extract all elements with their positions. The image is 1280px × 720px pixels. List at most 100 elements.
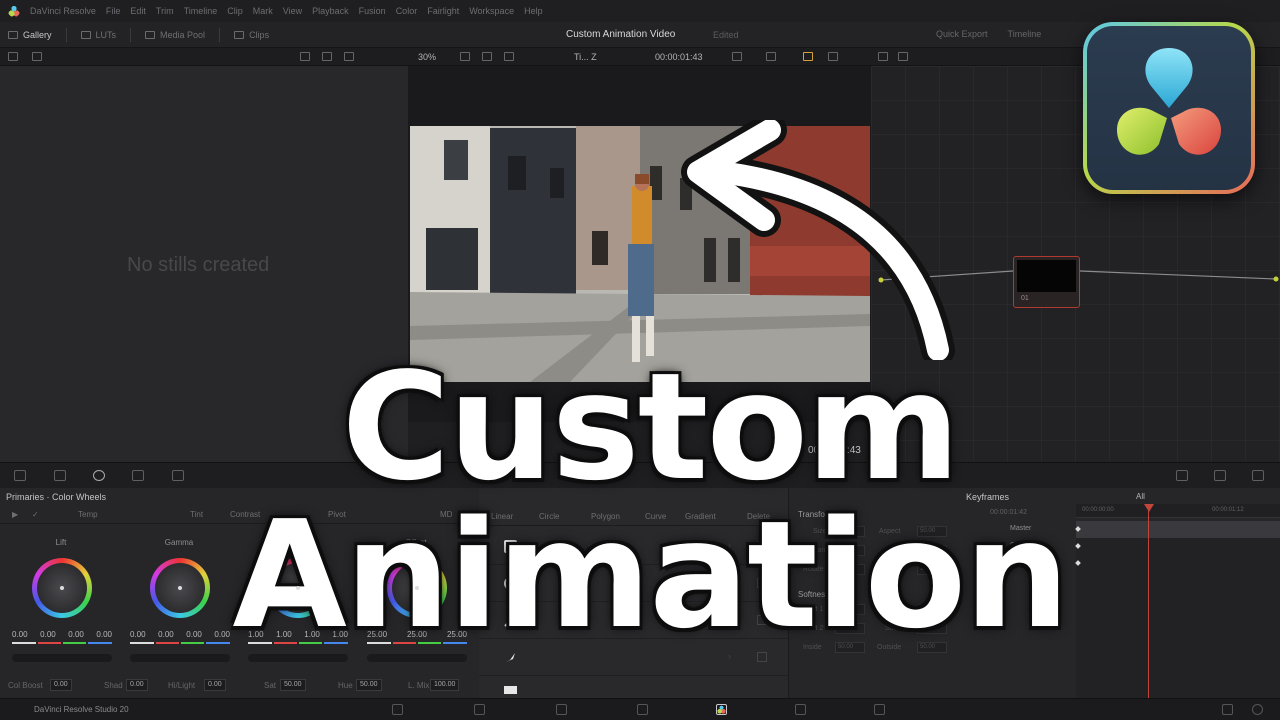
menu-color[interactable]: Color xyxy=(396,6,418,16)
menu-playback[interactable]: Playback xyxy=(312,6,349,16)
hilight-field[interactable]: 0.00 xyxy=(204,679,226,691)
menu-bar: DaVinci Resolve File Edit Trim Timeline … xyxy=(0,0,1280,22)
ruler-mark: 00:00:01:12 xyxy=(1212,507,1244,513)
primaries-title: Primaries · Color Wheels xyxy=(6,492,107,502)
reset-icon[interactable]: ▶ xyxy=(12,510,18,519)
app-brand: DaVinci Resolve Studio 20 xyxy=(34,705,129,714)
hand-icon[interactable] xyxy=(898,52,908,61)
fullscreen-icon[interactable] xyxy=(828,52,838,61)
tab-media-pool-label: Media Pool xyxy=(160,30,206,40)
menu-clip[interactable]: Clip xyxy=(227,6,243,16)
primaries-footer: Col Boost 0.00 Shad 0.00 Hi/Light 0.00 S… xyxy=(0,676,479,696)
fit-icon[interactable] xyxy=(460,52,470,61)
safe-area-icon[interactable] xyxy=(482,52,492,61)
menu-fusion[interactable]: Fusion xyxy=(359,6,386,16)
lmix-label: L. Mix xyxy=(408,681,430,690)
offset-handle[interactable] xyxy=(415,586,419,590)
info-icon[interactable] xyxy=(1214,470,1226,481)
clip-name[interactable]: Ti... Z xyxy=(574,52,597,62)
color-match-icon[interactable] xyxy=(54,470,66,481)
divider xyxy=(130,28,132,42)
node-label: 01 xyxy=(1021,295,1029,302)
search-icon[interactable] xyxy=(344,52,354,61)
project-status: Edited xyxy=(713,30,739,40)
menu-help[interactable]: Help xyxy=(524,6,543,16)
lift-y[interactable]: 0.00 xyxy=(12,630,28,639)
lift-r[interactable]: 0.00 xyxy=(40,630,56,639)
project-title: Custom Animation Video xyxy=(566,29,676,40)
fairlight-page-icon[interactable] xyxy=(795,704,806,715)
gamma-handle[interactable] xyxy=(178,586,182,590)
menu-mark[interactable]: Mark xyxy=(253,6,273,16)
media-page-icon[interactable] xyxy=(392,704,403,715)
lift-handle[interactable] xyxy=(60,586,64,590)
picker-icon[interactable]: ✓ xyxy=(32,510,39,519)
viewer-timecode: 00:00:01:43 xyxy=(655,52,703,62)
deliver-page-icon[interactable] xyxy=(874,704,885,715)
shad-label: Shad xyxy=(104,681,123,690)
menu-view[interactable]: View xyxy=(283,6,302,16)
corrector-node[interactable]: 01 xyxy=(1013,256,1080,308)
zoom-select[interactable]: 30% xyxy=(418,52,436,62)
wipe-icon[interactable] xyxy=(504,52,514,61)
menu-file[interactable]: File xyxy=(106,6,121,16)
gradient-window-icon[interactable] xyxy=(504,686,517,694)
media-pool-icon xyxy=(145,31,156,39)
lift-master-slider[interactable] xyxy=(12,654,112,662)
tab-gallery[interactable]: Gallery xyxy=(8,30,52,40)
divider xyxy=(219,28,221,42)
menu-fairlight[interactable]: Fairlight xyxy=(427,6,459,16)
settings-icon[interactable] xyxy=(1252,704,1263,715)
menu-workspace[interactable]: Workspace xyxy=(469,6,514,16)
resolve-petals-icon xyxy=(1117,48,1221,155)
grid-view-icon[interactable] xyxy=(8,52,18,61)
menu-trim[interactable]: Trim xyxy=(156,6,174,16)
timeline-button[interactable]: Timeline xyxy=(1008,29,1042,39)
edit-page-icon[interactable] xyxy=(556,704,567,715)
thumbnail-view-icon[interactable] xyxy=(300,52,310,61)
hue-label: Hue xyxy=(338,681,353,690)
menu-edit[interactable]: Edit xyxy=(130,6,146,16)
luts-icon xyxy=(80,31,91,39)
gallery-empty-text: No stills created xyxy=(127,254,270,276)
node-thumbnail xyxy=(1017,260,1076,292)
pointer-icon[interactable] xyxy=(878,52,888,61)
sort-icon[interactable] xyxy=(32,52,42,61)
cut-page-icon[interactable] xyxy=(474,704,485,715)
hue-field[interactable]: 50.00 xyxy=(356,679,382,691)
quick-export-button[interactable]: Quick Export xyxy=(936,29,988,39)
headline-title: Custom Animation xyxy=(232,341,1069,661)
menu-timeline[interactable]: Timeline xyxy=(184,6,218,16)
tab-gallery-label: Gallery xyxy=(23,30,52,40)
page-bar: DaVinci Resolve Studio 20 xyxy=(0,698,1280,720)
resolve-logo-icon xyxy=(8,5,20,17)
gain-handle[interactable] xyxy=(296,586,300,590)
sat-field[interactable]: 50.00 xyxy=(280,679,306,691)
tab-clips-label: Clips xyxy=(249,30,270,40)
menu-davinci[interactable]: DaVinci Resolve xyxy=(30,6,96,16)
col-boost-field[interactable]: 0.00 xyxy=(50,679,72,691)
tab-luts[interactable]: LUTs xyxy=(80,30,117,40)
davinci-resolve-logo xyxy=(1083,22,1255,194)
tab-clips[interactable]: Clips xyxy=(234,30,269,40)
fusion-page-icon[interactable] xyxy=(637,704,648,715)
clips-icon xyxy=(234,31,245,39)
lift-channel-bars xyxy=(12,642,112,644)
color-page-icon[interactable] xyxy=(716,704,727,715)
link-icon[interactable] xyxy=(803,52,813,61)
keyframe-icon[interactable] xyxy=(1252,470,1264,481)
home-icon[interactable] xyxy=(1222,704,1233,715)
list-view-icon[interactable] xyxy=(322,52,332,61)
viewer-option-icon[interactable] xyxy=(732,52,742,61)
divider xyxy=(65,28,67,42)
camera-raw-icon[interactable] xyxy=(14,470,26,481)
display-icon[interactable] xyxy=(766,52,776,61)
lift-g[interactable]: 0.00 xyxy=(68,630,84,639)
gamma-master-slider[interactable] xyxy=(130,654,230,662)
tab-luts-label: LUTs xyxy=(95,30,117,40)
tab-media-pool[interactable]: Media Pool xyxy=(145,30,205,40)
lmix-field[interactable]: 100.00 xyxy=(430,679,460,691)
shad-field[interactable]: 0.00 xyxy=(126,679,148,691)
temp-label: Temp xyxy=(78,510,98,519)
curved-arrow-icon xyxy=(681,120,955,360)
